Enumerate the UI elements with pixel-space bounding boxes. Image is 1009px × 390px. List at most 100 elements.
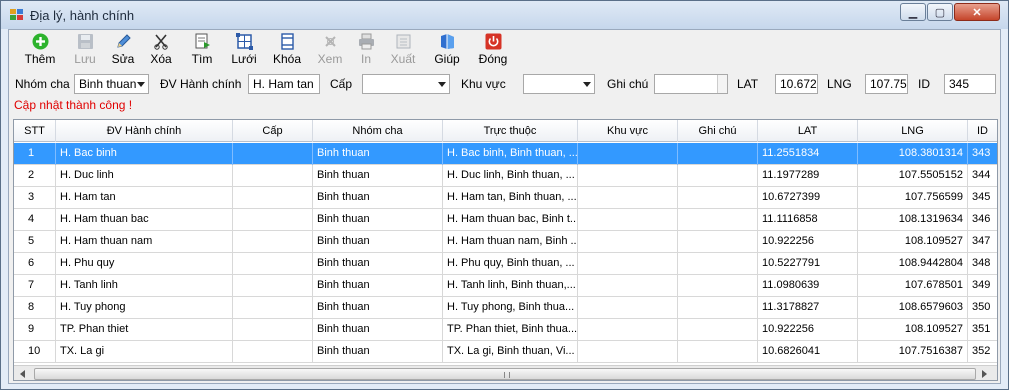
toolbar-button-11[interactable]: Đóng xyxy=(470,33,516,69)
table-cell[interactable] xyxy=(678,187,758,209)
scroll-right-icon[interactable] xyxy=(982,370,987,378)
column-header[interactable]: STT xyxy=(14,120,56,142)
table-cell[interactable] xyxy=(578,165,678,187)
lat-input[interactable]: 10.6727 xyxy=(775,74,818,94)
table-cell[interactable]: 8 xyxy=(14,297,56,319)
table-cell[interactable]: 346 xyxy=(968,209,997,231)
column-header[interactable]: Khu vực xyxy=(578,120,678,142)
table-cell[interactable]: 11.3178827 xyxy=(758,297,858,319)
khu-vuc-select[interactable] xyxy=(523,74,595,94)
table-cell[interactable]: H. Tanh linh xyxy=(56,275,233,297)
table-cell[interactable]: 9 xyxy=(14,319,56,341)
toolbar-button-7[interactable]: Xem xyxy=(313,33,347,69)
table-cell[interactable] xyxy=(678,165,758,187)
table-cell[interactable]: 107.756599 xyxy=(858,187,968,209)
table-row[interactable]: 6 H. Phu quy Binh thuan H. Phu quy, Binh th… xyxy=(14,253,997,275)
column-header[interactable]: Ghi chú xyxy=(678,120,758,142)
table-cell[interactable]: H. Phu quy xyxy=(56,253,233,275)
table-cell[interactable]: H. Ham thuan bac xyxy=(56,209,233,231)
table-cell[interactable]: Binh thuan xyxy=(313,231,443,253)
scroll-left-icon[interactable] xyxy=(20,370,25,378)
table-cell[interactable] xyxy=(233,319,313,341)
table-cell[interactable]: 7 xyxy=(14,275,56,297)
column-header[interactable]: ĐV Hành chính xyxy=(56,120,233,142)
table-cell[interactable]: 348 xyxy=(968,253,997,275)
nhom-cha-select[interactable]: Binh thuan xyxy=(74,74,149,94)
table-cell[interactable] xyxy=(678,341,758,363)
toolbar-button-4[interactable]: Tìm xyxy=(184,33,220,69)
table-cell[interactable] xyxy=(678,297,758,319)
table-cell[interactable] xyxy=(678,209,758,231)
table-cell[interactable]: 4 xyxy=(14,209,56,231)
table-cell[interactable] xyxy=(233,165,313,187)
table-cell[interactable]: 10 xyxy=(14,341,56,363)
column-header[interactable]: Cấp xyxy=(233,120,313,142)
table-cell[interactable]: 108.1319634 xyxy=(858,209,968,231)
table-cell[interactable] xyxy=(233,275,313,297)
table-cell[interactable] xyxy=(233,341,313,363)
table-cell[interactable]: H. Ham tan xyxy=(56,187,233,209)
table-cell[interactable]: 108.9442804 xyxy=(858,253,968,275)
table-cell[interactable]: Binh thuan xyxy=(313,275,443,297)
table-cell[interactable]: 10.922256 xyxy=(758,231,858,253)
table-cell[interactable]: TP. Phan thiet, Binh thua... xyxy=(443,319,578,341)
table-cell[interactable] xyxy=(233,297,313,319)
table-cell[interactable]: H. Duc linh, Binh thuan, ... xyxy=(443,165,578,187)
ghi-chu-input[interactable] xyxy=(654,74,728,94)
table-cell[interactable]: 350 xyxy=(968,297,997,319)
table-cell[interactable]: H. Phu quy, Binh thuan, ... xyxy=(443,253,578,275)
toolbar-button-10[interactable]: Giúp xyxy=(427,33,467,69)
table-cell[interactable]: 11.0980639 xyxy=(758,275,858,297)
table-cell[interactable]: 347 xyxy=(968,231,997,253)
table-cell[interactable]: 352 xyxy=(968,341,997,363)
table-cell[interactable] xyxy=(678,319,758,341)
table-cell[interactable]: H. Ham tan, Binh thuan, ... xyxy=(443,187,578,209)
table-cell[interactable]: H. Tuy phong, Binh thua... xyxy=(443,297,578,319)
table-cell[interactable]: 345 xyxy=(968,187,997,209)
table-cell[interactable]: H. Ham thuan nam, Binh ... xyxy=(443,231,578,253)
table-cell[interactable]: 107.7516387 xyxy=(858,341,968,363)
table-cell[interactable]: Binh thuan xyxy=(313,165,443,187)
toolbar-button-2[interactable]: Sửa xyxy=(107,33,139,69)
table-cell[interactable] xyxy=(678,231,758,253)
column-header[interactable]: ID xyxy=(968,120,997,142)
column-header[interactable]: Trực thuộc xyxy=(443,120,578,142)
table-cell[interactable]: 351 xyxy=(968,319,997,341)
table-row[interactable]: 9 TP. Phan thiet Binh thuan TP. Phan thiet,… xyxy=(14,319,997,341)
table-cell[interactable] xyxy=(578,297,678,319)
table-cell[interactable]: 11.1116858 xyxy=(758,209,858,231)
lng-input[interactable]: 107.756 xyxy=(865,74,908,94)
toolbar-button-6[interactable]: Khóa xyxy=(267,33,307,69)
title-bar[interactable]: Địa lý, hành chính ▁ ▢ ✕ xyxy=(1,1,1008,29)
table-cell[interactable]: 1 xyxy=(14,143,56,165)
maximize-button[interactable]: ▢ xyxy=(927,3,953,21)
toolbar-button-8[interactable]: In xyxy=(352,33,380,69)
table-cell[interactable]: 10.922256 xyxy=(758,319,858,341)
toolbar-button-9[interactable]: Xuất xyxy=(383,33,423,69)
toolbar-button-5[interactable]: Lưới xyxy=(224,33,264,69)
dv-hanh-chinh-input[interactable]: H. Ham tan xyxy=(248,74,320,94)
table-cell[interactable]: H. Tuy phong xyxy=(56,297,233,319)
table-row[interactable]: 5 H. Ham thuan nam Binh thuan H. Ham thuan … xyxy=(14,231,997,253)
table-row[interactable]: 10 TX. La gi Binh thuan TX. La gi, Binh thu… xyxy=(14,341,997,363)
column-header[interactable]: LNG xyxy=(858,120,968,142)
toolbar-button-0[interactable]: Thêm xyxy=(15,33,65,69)
table-cell[interactable]: 6 xyxy=(14,253,56,275)
table-cell[interactable]: H. Bac binh, Binh thuan, ... xyxy=(443,143,578,165)
scrollbar-thumb[interactable] xyxy=(34,368,976,380)
table-cell[interactable]: 11.2551834 xyxy=(758,143,858,165)
table-row[interactable]: 1 H. Bac binh Binh thuan H. Bac binh, Binh … xyxy=(14,143,997,165)
table-cell[interactable]: 10.5227791 xyxy=(758,253,858,275)
table-cell[interactable] xyxy=(233,253,313,275)
table-cell[interactable] xyxy=(678,143,758,165)
table-cell[interactable]: H. Ham thuan bac, Binh t... xyxy=(443,209,578,231)
table-cell[interactable]: Binh thuan xyxy=(313,341,443,363)
table-cell[interactable] xyxy=(233,209,313,231)
table-cell[interactable] xyxy=(578,143,678,165)
table-cell[interactable]: 107.678501 xyxy=(858,275,968,297)
table-cell[interactable] xyxy=(578,319,678,341)
table-cell[interactable]: TX. La gi xyxy=(56,341,233,363)
table-cell[interactable] xyxy=(578,253,678,275)
table-cell[interactable]: H. Tanh linh, Binh thuan,... xyxy=(443,275,578,297)
table-cell[interactable]: 108.109527 xyxy=(858,319,968,341)
